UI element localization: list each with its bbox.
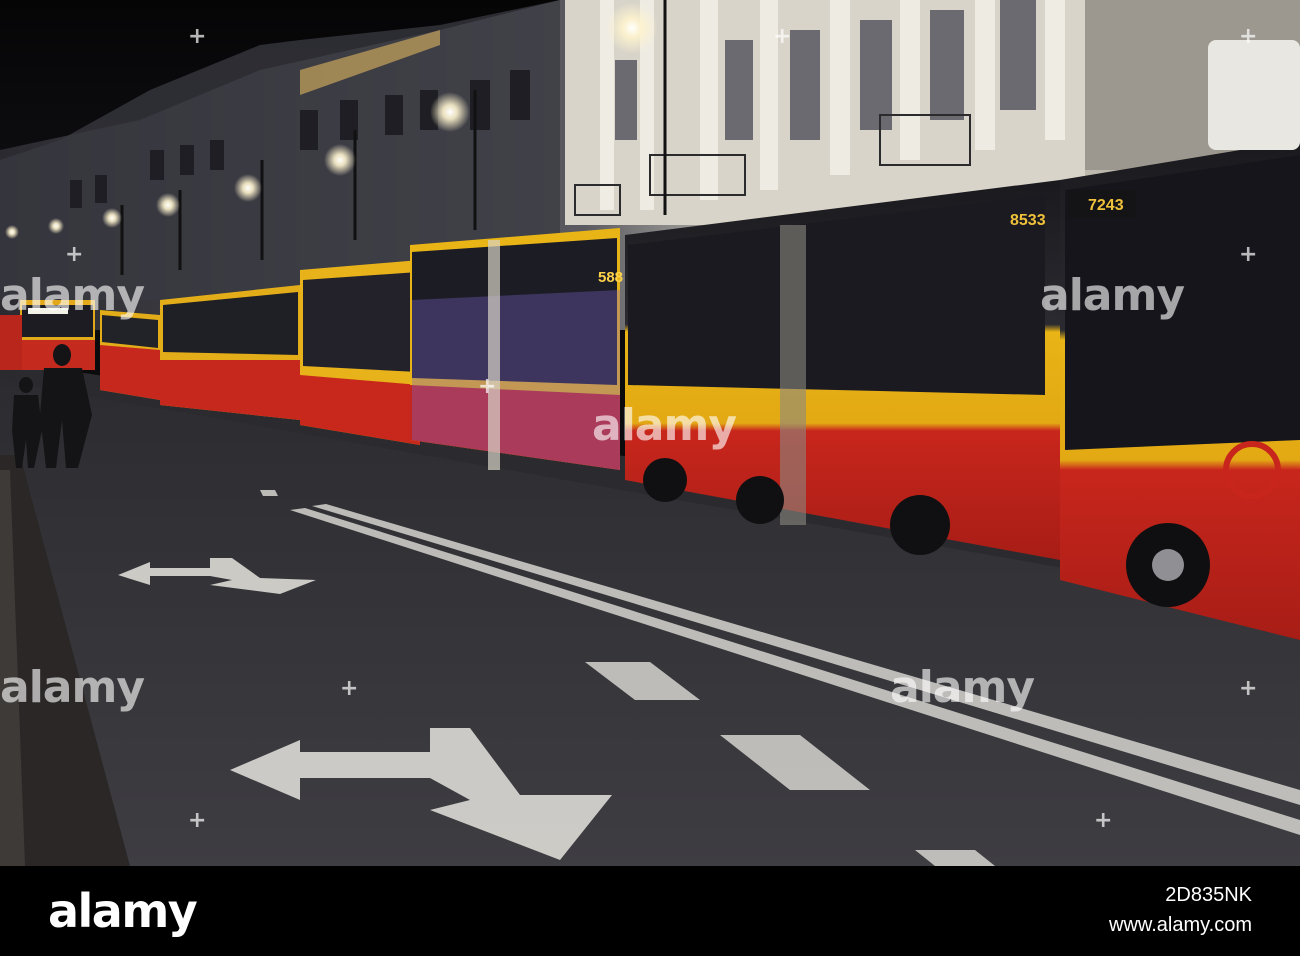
image-id: 2D835NK	[1165, 884, 1252, 906]
bus-4	[160, 285, 300, 420]
bus-number-588: 588	[598, 269, 623, 286]
bus-number-8533: 8533	[1010, 212, 1046, 229]
alamy-logo: alamy	[48, 884, 198, 938]
stock-footer-bar: alamy	[0, 866, 1300, 956]
bus-2: 588	[410, 228, 623, 470]
bus-5	[100, 310, 160, 400]
street-photo: 588 8533 7243	[0, 0, 1300, 866]
site-url: www.alamy.com	[1109, 914, 1252, 936]
bus-3	[300, 260, 420, 445]
bus-number-7243: 7243	[1088, 197, 1124, 214]
